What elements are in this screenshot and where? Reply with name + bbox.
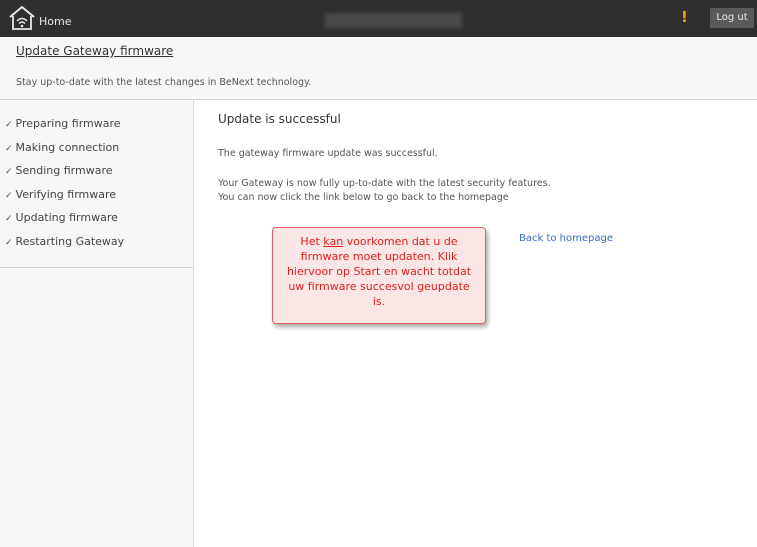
step-label: Preparing firmware [15, 117, 121, 130]
top-bar: Home ! Log ut [0, 0, 757, 37]
home-icon [9, 5, 35, 30]
step-preparing-firmware: ✓ Preparing firmware [5, 117, 124, 141]
checkmark-icon: ✓ [5, 143, 13, 154]
home-link[interactable]: Home [8, 4, 71, 32]
page-header: Update Gateway firmware Stay up-to-date … [0, 37, 757, 100]
checkmark-icon: ✓ [5, 120, 13, 130]
checkmark-icon: ✓ [5, 214, 13, 224]
info-line-2: You can now click the link below to go b… [218, 192, 509, 203]
callout-text-start: Het [300, 235, 324, 248]
page-subtitle: Stay up-to-date with the latest changes … [16, 77, 312, 88]
back-to-homepage-link[interactable]: Back to homepage [519, 233, 613, 244]
blurred-title [325, 13, 462, 28]
checkmark-icon: ✓ [5, 167, 13, 177]
progress-steps: ✓ Preparing firmware ✓ Making connection ✓… [5, 117, 124, 258]
info-line-1: Your Gateway is now fully up-to-date wit… [218, 178, 551, 189]
step-label: Verifying firmware [15, 187, 117, 201]
step-label: Updating firmware [15, 211, 118, 224]
home-label: Home [39, 14, 72, 28]
sidebar-divider [0, 267, 193, 268]
content-heading: Update is successful [218, 112, 341, 126]
step-label: Restarting Gateway [15, 234, 125, 248]
step-label: Making connection [15, 140, 120, 154]
page-title[interactable]: Update Gateway firmware [16, 44, 173, 58]
step-label: Sending firmware [15, 164, 113, 177]
success-message: The gateway firmware update was successf… [218, 148, 438, 159]
step-verifying-firmware: ✓ Verifying firmware [5, 188, 124, 212]
step-sending-firmware: ✓ Sending firmware [5, 164, 124, 188]
step-making-connection: ✓ Making connection [5, 141, 124, 165]
sidebar: ✓ Preparing firmware ✓ Making connection ✓… [0, 100, 194, 547]
info-message: Your Gateway is now fully up-to-date wit… [218, 177, 551, 205]
callout-text-underlined: kan [323, 235, 344, 248]
checkmark-icon: ✓ [5, 190, 13, 201]
step-restarting-gateway: ✓ Restarting Gateway [5, 235, 124, 259]
step-updating-firmware: ✓ Updating firmware [5, 211, 124, 235]
checkmark-icon: ✓ [5, 237, 13, 248]
logout-button[interactable]: Log ut [710, 8, 754, 28]
annotation-callout: Het kan voorkomen dat u de firmware moet… [272, 227, 486, 324]
alert-icon[interactable]: ! [681, 8, 688, 26]
